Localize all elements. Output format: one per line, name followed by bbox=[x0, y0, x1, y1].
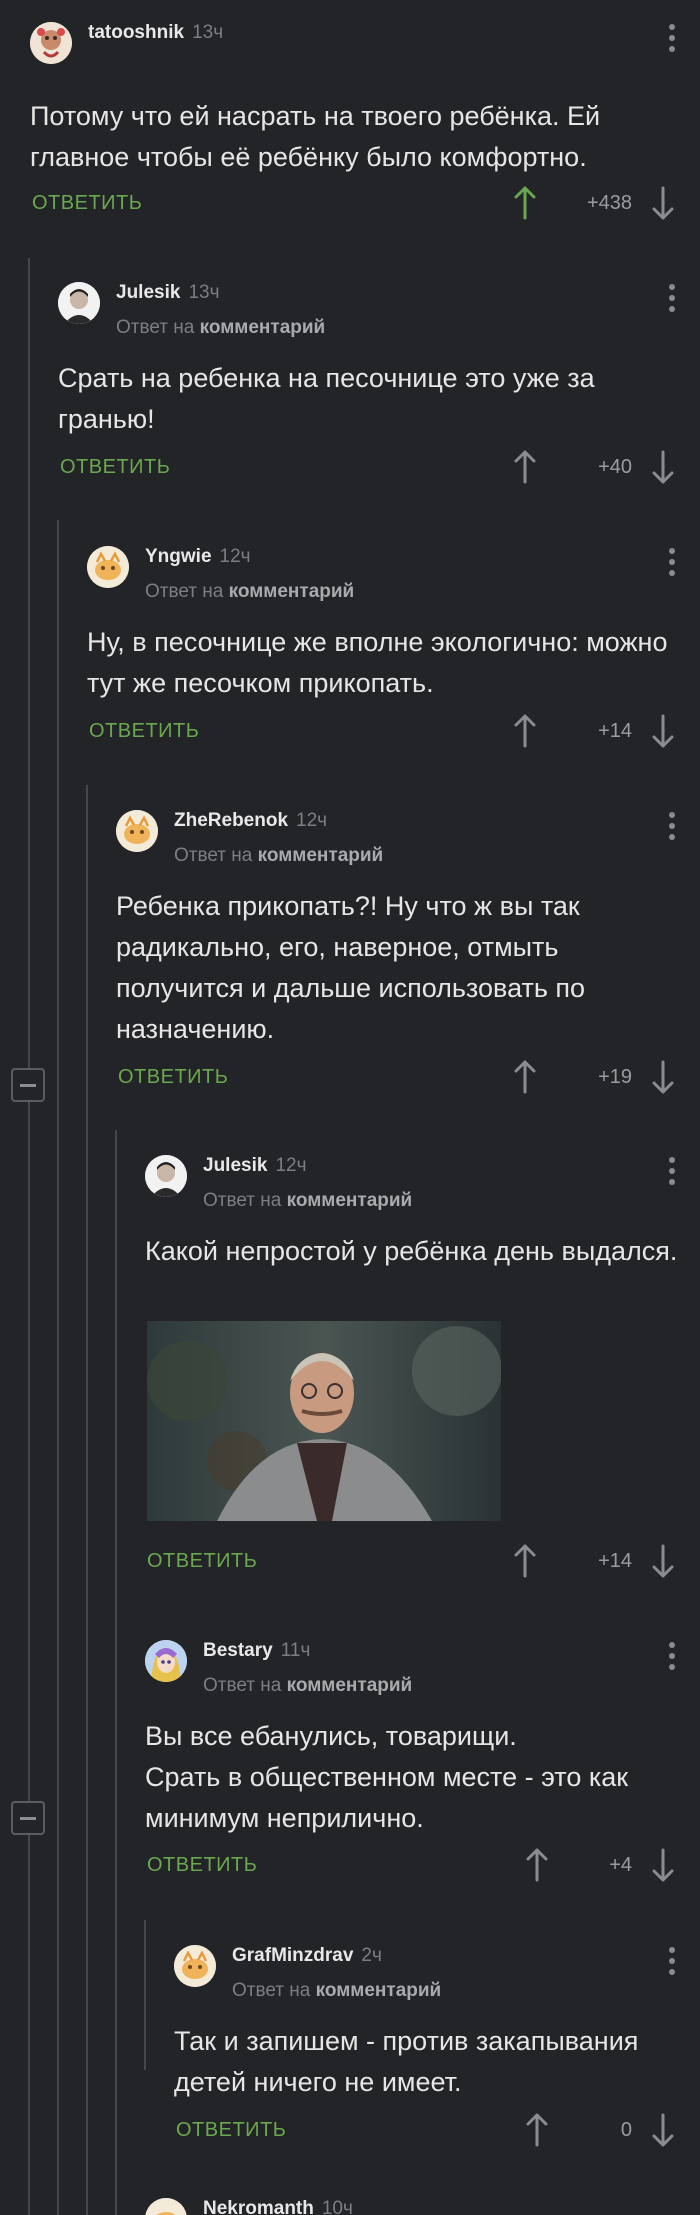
avatar[interactable] bbox=[145, 1640, 187, 1682]
username[interactable]: Yngwie 12ч bbox=[145, 546, 251, 568]
comment-text: Вы все ебанулись, товарищи. Срать в обще… bbox=[145, 1721, 629, 1833]
more-options-icon[interactable] bbox=[668, 548, 676, 578]
collapse-thread-button[interactable] bbox=[11, 1801, 45, 1835]
comment-time: 11ч bbox=[280, 1640, 311, 1661]
comment-text: Какой непростой у ребёнка день выдался. bbox=[145, 1236, 678, 1266]
more-options-icon[interactable] bbox=[668, 812, 676, 842]
reply-button[interactable]: ОТВЕТИТЬ bbox=[118, 1066, 228, 1089]
avatar[interactable] bbox=[116, 810, 158, 852]
username[interactable]: Bestary 11ч bbox=[203, 1640, 310, 1662]
downvote-arrow-icon[interactable] bbox=[652, 714, 674, 748]
username[interactable]: Nekromanth 10ч bbox=[203, 2198, 353, 2215]
reply-to-link[interactable]: Ответ на комментарий bbox=[203, 1190, 412, 1212]
upvote-arrow-icon[interactable] bbox=[514, 1060, 536, 1094]
comment-score: +40 bbox=[598, 456, 632, 478]
comment-time: 13ч bbox=[188, 282, 220, 303]
comment-time: 13ч bbox=[192, 22, 224, 43]
more-options-icon[interactable] bbox=[668, 1947, 676, 1977]
avatar[interactable] bbox=[87, 546, 129, 588]
thread-line bbox=[144, 1920, 146, 2070]
avatar[interactable] bbox=[174, 1945, 216, 1987]
downvote-arrow-icon[interactable] bbox=[652, 2113, 674, 2147]
username[interactable]: GrafMinzdrav 2ч bbox=[232, 1945, 382, 1967]
more-options-icon[interactable] bbox=[668, 284, 676, 314]
collapse-thread-button[interactable] bbox=[11, 1068, 45, 1102]
comment-time: 2ч bbox=[361, 1945, 382, 1966]
downvote-arrow-icon[interactable] bbox=[652, 1060, 674, 1094]
comment-time: 12ч bbox=[296, 810, 328, 831]
upvote-arrow-icon[interactable] bbox=[514, 714, 536, 748]
downvote-arrow-icon[interactable] bbox=[652, 186, 674, 220]
avatar[interactable] bbox=[30, 22, 72, 64]
reply-to-link[interactable]: Ответ на комментарий bbox=[232, 1980, 441, 2002]
vote-block: +4 bbox=[514, 1848, 674, 1884]
upvote-arrow-icon[interactable] bbox=[514, 186, 536, 220]
downvote-arrow-icon[interactable] bbox=[652, 1544, 674, 1578]
reply-to-link[interactable]: Ответ на комментарий bbox=[145, 581, 354, 603]
comment-score: +14 bbox=[598, 1550, 632, 1572]
reply-button[interactable]: ОТВЕТИТЬ bbox=[89, 720, 199, 743]
reply-button[interactable]: ОТВЕТИТЬ bbox=[60, 456, 170, 479]
downvote-arrow-icon[interactable] bbox=[652, 1848, 674, 1882]
vote-block: +14 bbox=[514, 1544, 674, 1580]
username[interactable]: Julesik 12ч bbox=[203, 1155, 306, 1177]
reply-button[interactable]: ОТВЕТИТЬ bbox=[176, 2119, 286, 2142]
upvote-arrow-icon[interactable] bbox=[526, 1848, 548, 1882]
comment-text: Потому что ей насрать на твоего ребёнка.… bbox=[30, 101, 601, 172]
comment-score: 0 bbox=[620, 2119, 632, 2141]
thread-line bbox=[28, 258, 30, 2215]
vote-block: +14 bbox=[514, 714, 674, 750]
avatar[interactable] bbox=[58, 282, 100, 324]
reply-to-link[interactable]: Ответ на комментарий bbox=[174, 845, 383, 867]
upvote-arrow-icon[interactable] bbox=[514, 450, 536, 484]
thread-line bbox=[57, 520, 59, 2215]
comment-score: +19 bbox=[598, 1066, 632, 1088]
downvote-arrow-icon[interactable] bbox=[652, 450, 674, 484]
comment-time: 10ч bbox=[321, 2198, 353, 2215]
comment-text: Ну, в песочнице же вполне экологично: мо… bbox=[87, 627, 668, 698]
comment-time: 12ч bbox=[275, 1155, 307, 1176]
username[interactable]: Julesik 13ч bbox=[116, 282, 219, 304]
thread-line bbox=[86, 785, 88, 2215]
comment-text: Срать на ребенка на песочнице это уже за… bbox=[58, 363, 595, 434]
upvote-arrow-icon[interactable] bbox=[526, 2113, 548, 2147]
comment-time: 12ч bbox=[219, 546, 251, 567]
comment-text: Ребенка прикопать?! Ну что ж вы так ради… bbox=[116, 891, 586, 1044]
comment-score: +14 bbox=[598, 720, 632, 742]
username[interactable]: ZheRebenok 12ч bbox=[174, 810, 327, 832]
avatar[interactable] bbox=[145, 1155, 187, 1197]
avatar[interactable] bbox=[145, 2198, 187, 2215]
vote-block: 0 bbox=[514, 2113, 674, 2149]
more-options-icon[interactable] bbox=[668, 1157, 676, 1187]
comment-text: Так и запишем - против закапывания детей… bbox=[174, 2026, 639, 2097]
upvote-arrow-icon[interactable] bbox=[514, 1544, 536, 1578]
username[interactable]: tatooshnik 13ч bbox=[88, 22, 223, 44]
smiling-man-photo[interactable] bbox=[147, 1321, 501, 1521]
comment-score: +4 bbox=[609, 1854, 632, 1876]
reply-to-link[interactable]: Ответ на комментарий bbox=[203, 1675, 412, 1697]
comment-score: +438 bbox=[586, 192, 632, 214]
vote-block: +438 bbox=[514, 186, 674, 222]
reply-button[interactable]: ОТВЕТИТЬ bbox=[147, 1854, 257, 1877]
more-options-icon[interactable] bbox=[668, 1642, 676, 1672]
vote-block: +40 bbox=[514, 450, 674, 486]
reply-to-link[interactable]: Ответ на комментарий bbox=[116, 317, 325, 339]
vote-block: +19 bbox=[514, 1060, 674, 1096]
reply-button[interactable]: ОТВЕТИТЬ bbox=[147, 1550, 257, 1573]
reply-button[interactable]: ОТВЕТИТЬ bbox=[32, 192, 142, 215]
more-options-icon[interactable] bbox=[668, 24, 676, 54]
thread-line bbox=[115, 1130, 117, 2215]
